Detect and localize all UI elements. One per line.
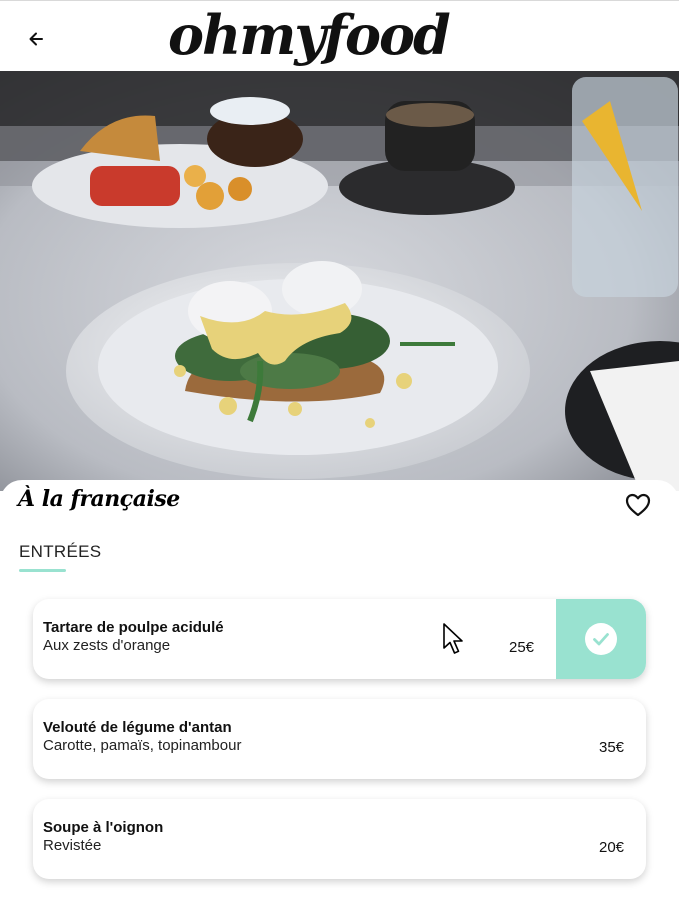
dish-card-1[interactable]: Tartare de poulpe acidulé Aux zests d'or… (33, 599, 646, 679)
app-header: ohmyfood (0, 1, 679, 71)
check-circle-icon (585, 623, 617, 655)
dish-price: 20€ (599, 839, 625, 856)
heart-outline-icon[interactable] (624, 492, 652, 518)
dish-description: Aux zests d'orange (43, 637, 171, 654)
dish-price: 35€ (599, 739, 625, 756)
hero-image (0, 71, 679, 491)
dish-price: 25€ (509, 639, 535, 656)
arrow-left-icon[interactable] (22, 25, 50, 53)
mouse-cursor-icon (443, 623, 463, 654)
dish-description: Revistée (43, 837, 102, 854)
section-title: ENTRÉES (19, 542, 102, 561)
dish-name: Soupe à l'oignon (43, 819, 164, 836)
dish-name: Velouté de légume d'antan (43, 719, 232, 736)
dish-card-3[interactable]: Soupe à l'oignon Revistée 20€ (33, 799, 646, 879)
logo: ohmyfood (168, 3, 451, 67)
restaurant-title: À la française (18, 486, 180, 512)
selected-indicator (556, 599, 646, 679)
dish-description: Carotte, pamaïs, topinambour (43, 737, 242, 754)
dish-name: Tartare de poulpe acidulé (43, 619, 224, 636)
section-underline (19, 569, 66, 572)
dish-card-2[interactable]: Velouté de légume d'antan Carotte, pamaï… (33, 699, 646, 779)
